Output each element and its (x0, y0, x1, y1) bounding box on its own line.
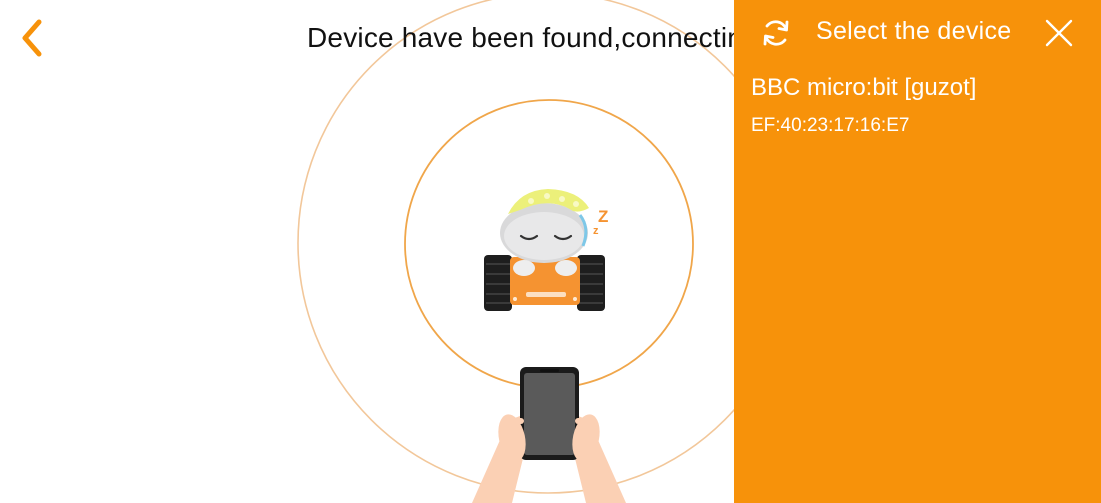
device-select-panel: Select the device BBC micro:bit [guzot] … (734, 0, 1101, 503)
close-icon (1045, 19, 1073, 47)
panel-title: Select the device (816, 17, 1012, 45)
refresh-button[interactable] (758, 15, 794, 51)
panel-header: Select the device (734, 0, 1101, 66)
main-area: Z z Device have been found,connecting... (0, 0, 734, 503)
chevron-left-icon (22, 19, 42, 57)
refresh-icon (763, 20, 789, 46)
device-list-item[interactable]: BBC micro:bit [guzot] EF:40:23:17:16:E7 (734, 66, 1101, 146)
back-button[interactable] (10, 14, 54, 62)
scanning-illustration: Z z (297, 0, 734, 503)
sleep-zzz: Z (598, 207, 608, 226)
svg-text:z: z (593, 225, 599, 237)
hands-with-phone (472, 367, 626, 503)
connection-status-text: Device have been found,connecting... (307, 22, 734, 53)
device-name: BBC micro:bit [guzot] (751, 74, 977, 101)
close-button[interactable] (1040, 14, 1078, 52)
device-mac-address: EF:40:23:17:16:E7 (751, 115, 910, 136)
robot-illustration: Z z (484, 189, 608, 311)
